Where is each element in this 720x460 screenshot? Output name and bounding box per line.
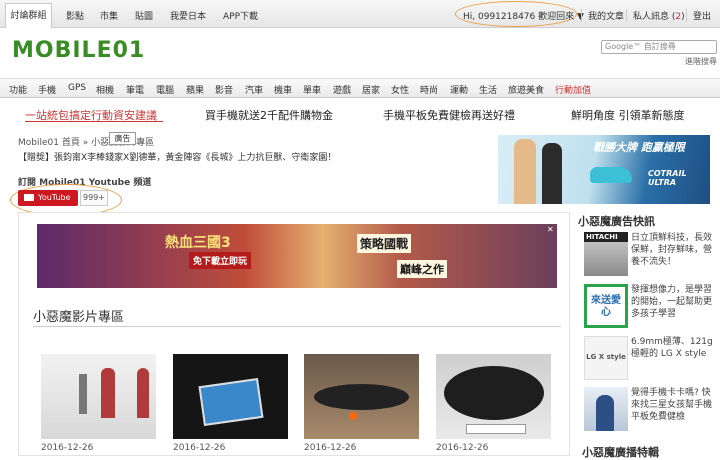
category-item[interactable]: 單車 <box>303 83 321 96</box>
video-date: 2016-12-26 <box>304 443 357 453</box>
banner-game-title: 熱血三國3 <box>165 235 231 251</box>
news-ticker-link[interactable]: 【贈獎】張鈞甯X李棒錢家X劉德華，黃金陣容《長城》上力抗巨獸、守衛家園！ <box>18 150 336 163</box>
advanced-search-link[interactable]: 進階搜尋 <box>685 56 717 67</box>
promo-link[interactable]: 鮮明角度 引領革新態度 <box>571 107 685 123</box>
category-item[interactable]: 筆電 <box>126 83 144 96</box>
private-messages-link[interactable]: 私人訊息 (2) <box>626 9 685 22</box>
category-item[interactable]: 居家 <box>362 83 380 96</box>
sidebar-ad-link[interactable]: 覺得手機卡卡嗎? 快來找三星女孩幫手機平板免費健檢 <box>631 387 715 423</box>
model-image <box>514 139 536 204</box>
tab-photos[interactable]: 貼圖 <box>135 9 153 22</box>
person-shape <box>137 368 149 418</box>
video-thumbnail[interactable] <box>304 354 419 439</box>
sidebar-heading: 小惡魔廣告快訊 <box>578 215 655 228</box>
shoe-image <box>590 167 632 183</box>
section-title: 小惡魔影片專區 <box>33 310 125 325</box>
pm-label: 私人訊息 <box>633 12 670 22</box>
sidebar-thumbnail[interactable] <box>584 387 628 431</box>
caption-box <box>466 424 526 434</box>
category-item[interactable]: 生活 <box>479 83 497 96</box>
tab-forum[interactable]: 討論群組 <box>5 3 52 28</box>
category-item[interactable]: 相機 <box>96 83 114 96</box>
video-thumbnail[interactable] <box>173 354 288 439</box>
person-shape <box>596 395 614 431</box>
category-item[interactable]: 時尚 <box>420 83 438 96</box>
youtube-subscribe-button[interactable]: YouTube <box>18 190 78 206</box>
tab-app-download[interactable]: APP下載 <box>223 9 258 22</box>
category-item[interactable]: 機車 <box>274 83 292 96</box>
promo-link[interactable]: 手機平板免費健檢再送好禮 <box>383 107 515 123</box>
promo-underline <box>25 121 163 122</box>
sidebar-ad-link[interactable]: 日立頂鮮科技，長效保鮮，封存鮮味，營養不流失！ <box>631 232 715 268</box>
model-image <box>542 143 562 204</box>
shoe-ad-banner[interactable]: 戰勝大牌 跑贏極限 COTRAIL ULTRA <box>498 135 710 204</box>
pm-count-badge: 2 <box>675 12 682 22</box>
category-item[interactable]: 蘋果 <box>186 83 204 96</box>
sidebar-heading: 小惡魔廣播特輯 <box>582 446 659 459</box>
led-dot <box>349 412 357 420</box>
user-greeting-menu[interactable]: Hi, 0991218476 歡迎回來 ▼ <box>463 9 584 22</box>
category-item[interactable]: 功能 <box>9 83 27 96</box>
category-item[interactable]: 汽車 <box>245 83 263 96</box>
banner-slogan: 策略國戰 <box>357 234 412 253</box>
video-date: 2016-12-26 <box>436 443 489 453</box>
sidebar-ad-link[interactable]: 6.9mm極薄、121g極輕的 LG X style <box>631 336 715 360</box>
device-shape <box>314 384 409 410</box>
category-item[interactable]: 運動 <box>450 83 468 96</box>
banner-slogan: 巔峰之作 <box>397 260 447 278</box>
phone-screen-shape <box>198 378 264 426</box>
greeting-text: Hi, 0991218476 歡迎回來 <box>463 12 575 22</box>
thumbnail-label: LG X style <box>586 353 626 361</box>
category-item[interactable]: 旅遊美食 <box>508 83 544 96</box>
person-shape <box>101 368 115 418</box>
promo-link[interactable]: 買手機就送2千配件購物金 <box>205 107 333 123</box>
category-item[interactable]: 手機 <box>38 83 56 96</box>
video-date: 2016-12-26 <box>173 443 226 453</box>
tab-market[interactable]: 市集 <box>100 9 118 22</box>
sidebar-thumbnail[interactable]: LG X style <box>584 336 628 380</box>
game-ad-banner[interactable]: 熱血三國3 免下載立即玩 策略國戰 巔峰之作 ✕ <box>37 224 557 288</box>
category-item[interactable]: 行動加值 <box>555 83 591 96</box>
category-item[interactable]: GPS <box>68 83 86 93</box>
video-thumbnail[interactable] <box>436 354 551 439</box>
logout-link[interactable]: 登出 <box>686 9 711 22</box>
close-ad-icon[interactable]: ✕ <box>547 226 555 234</box>
device-shape <box>444 366 544 420</box>
banner-play-badge: 免下載立即玩 <box>189 252 252 269</box>
category-item[interactable]: 影音 <box>215 83 233 96</box>
category-item[interactable]: 電腦 <box>156 83 174 96</box>
sidebar-ad-link[interactable]: 發揮想像力，是學習的開始，一起幫助更多孩子學習 <box>631 284 715 320</box>
youtube-label: YouTube <box>38 193 71 202</box>
my-posts-link[interactable]: 我的文章 <box>581 9 624 22</box>
thumbnail-label: 來送愛心 <box>591 295 621 318</box>
search-input[interactable]: Google™ 自訂搜尋 <box>601 40 717 54</box>
subscriber-count: 999+ <box>80 190 108 206</box>
sidebar-thumbnail[interactable]: HITACHI <box>584 232 628 276</box>
category-item[interactable]: 女性 <box>391 83 409 96</box>
ad-tooltip: 廣告 <box>109 132 136 145</box>
ad-headline: 戰勝大牌 跑贏極限 <box>593 141 685 154</box>
sidebar-thumbnail[interactable]: 來送愛心 <box>584 284 628 328</box>
site-logo[interactable]: MOBILE01 <box>12 38 145 63</box>
tab-video[interactable]: 影點 <box>66 9 84 22</box>
video-thumbnail[interactable] <box>41 354 156 439</box>
youtube-icon <box>24 194 34 201</box>
category-item[interactable]: 遊戲 <box>333 83 351 96</box>
thumbnail-label: HITACHI <box>584 232 628 242</box>
tab-japan[interactable]: 我愛日本 <box>170 9 206 22</box>
tripod-shape <box>79 374 87 414</box>
video-date: 2016-12-26 <box>41 443 94 453</box>
ad-brand: COTRAIL ULTRA <box>648 169 687 187</box>
divider <box>33 326 561 327</box>
